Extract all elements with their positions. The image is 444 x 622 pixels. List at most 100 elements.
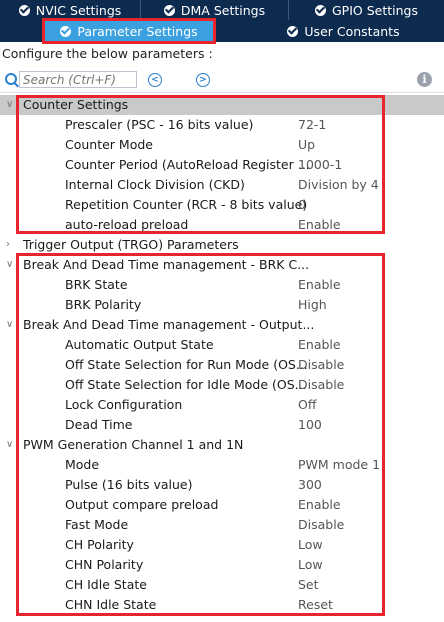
parameter-row[interactable]: BRK Polarity High [0, 295, 444, 315]
parameter-name: BRK Polarity [65, 297, 142, 312]
parameter-name: CHN Idle State [65, 597, 157, 612]
chevron-right-icon[interactable]: › [6, 235, 10, 255]
parameter-value[interactable]: 0 [298, 195, 306, 215]
tree-group-label: Break And Dead Time management - Output.… [23, 317, 315, 332]
parameter-name: Automatic Output State [65, 337, 214, 352]
tab-label: Parameter Settings [77, 23, 198, 39]
parameter-value[interactable]: 72-1 [298, 115, 326, 135]
parameter-name: CHN Polarity [65, 557, 144, 572]
parameter-value[interactable]: Up [298, 135, 315, 155]
parameter-name: Lock Configuration [65, 397, 183, 412]
parameter-value[interactable]: Disable [298, 355, 344, 375]
check-circle-icon [163, 4, 175, 16]
tab-parameter-settings[interactable]: Parameter Settings [45, 20, 213, 42]
tab-dma-settings[interactable]: DMA Settings [141, 0, 289, 20]
parameter-value[interactable]: Enable [298, 335, 341, 355]
check-circle-icon [287, 25, 299, 37]
parameter-row[interactable]: Fast Mode Disable [0, 515, 444, 535]
tab-label: GPIO Settings [332, 2, 418, 18]
parameter-row[interactable]: Off State Selection for Idle Mode (OS...… [0, 375, 444, 395]
parameter-name: Counter Mode [65, 137, 153, 152]
parameter-value[interactable]: Off [298, 395, 316, 415]
parameter-value[interactable]: High [298, 295, 327, 315]
parameter-value[interactable]: Disable [298, 375, 344, 395]
parameter-row[interactable]: Counter Mode Up [0, 135, 444, 155]
parameter-value[interactable]: 300 [298, 475, 322, 495]
tab-row-bottom: Parameter Settings User Constants [0, 20, 444, 42]
tree-group-row[interactable]: ∨ Break And Dead Time management - BRK C.… [0, 255, 444, 275]
parameter-value[interactable]: Enable [298, 495, 341, 515]
parameter-name: Fast Mode [65, 517, 129, 532]
parameter-name: Internal Clock Division (CKD) [65, 177, 245, 192]
check-circle-icon [60, 25, 72, 37]
search-input[interactable] [19, 71, 137, 88]
tree-group-row[interactable]: ∨ PWM Generation Channel 1 and 1N [0, 435, 444, 455]
parameter-row[interactable]: Automatic Output State Enable [0, 335, 444, 355]
tree-group-label: Trigger Output (TRGO) Parameters [23, 237, 239, 252]
configure-label: Configure the below parameters : [2, 46, 213, 61]
parameter-name: BRK State [65, 277, 128, 292]
parameter-value[interactable]: Disable [298, 515, 344, 535]
tab-user-constants[interactable]: User Constants [243, 20, 444, 42]
parameter-row[interactable]: CH Polarity Low [0, 535, 444, 555]
previous-result-icon[interactable]: < [148, 73, 162, 87]
parameter-row[interactable]: Dead Time 100 [0, 415, 444, 435]
check-circle-icon [315, 4, 326, 16]
parameter-row[interactable]: Off State Selection for Run Mode (OS... D… [0, 355, 444, 375]
parameter-name: Output compare preload [65, 497, 219, 512]
tree-group-row[interactable]: ∨ Counter Settings [0, 95, 444, 115]
parameter-name: Pulse (16 bits value) [65, 477, 193, 492]
tab-label: User Constants [304, 23, 400, 39]
parameter-name: CH Idle State [65, 577, 147, 592]
parameter-value[interactable]: 1000-1 [298, 155, 342, 175]
search-icon[interactable] [5, 73, 17, 85]
parameter-row[interactable]: Mode PWM mode 1 [0, 455, 444, 475]
parameter-value[interactable]: Low [298, 555, 323, 575]
parameter-value[interactable]: Enable [298, 215, 341, 235]
parameter-name: Off State Selection for Run Mode (OS... [65, 357, 308, 372]
parameter-row[interactable]: CH Idle State Set [0, 575, 444, 595]
parameter-name: Counter Period (AutoReload Register ... [65, 157, 310, 172]
chevron-down-icon[interactable]: ∨ [6, 255, 13, 275]
parameter-name: Prescaler (PSC - 16 bits value) [65, 117, 254, 132]
tree-group-row[interactable]: › Trigger Output (TRGO) Parameters [0, 235, 444, 255]
parameter-row[interactable]: Lock Configuration Off [0, 395, 444, 415]
parameter-row[interactable]: Internal Clock Division (CKD) Division by… [0, 175, 444, 195]
parameter-row[interactable]: BRK State Enable [0, 275, 444, 295]
tab-nvic-settings[interactable]: NVIC Settings [0, 0, 141, 20]
info-icon[interactable]: i [417, 72, 432, 87]
next-result-icon[interactable]: > [196, 73, 210, 87]
parameter-value[interactable]: Reset [298, 595, 333, 615]
tree-group-label: Break And Dead Time management - BRK C..… [23, 257, 310, 272]
parameter-value[interactable]: Enable [298, 275, 341, 295]
parameter-value[interactable]: Set [298, 575, 319, 595]
parameter-row[interactable]: Repetition Counter (RCR - 8 bits value) 0 [0, 195, 444, 215]
chevron-down-icon[interactable]: ∨ [6, 315, 13, 335]
parameter-row[interactable]: Pulse (16 bits value) 300 [0, 475, 444, 495]
chevron-down-icon[interactable]: ∨ [6, 95, 13, 115]
parameter-row[interactable]: Prescaler (PSC - 16 bits value) 72-1 [0, 115, 444, 135]
tab-label: DMA Settings [180, 2, 266, 18]
parameter-name: Dead Time [65, 417, 133, 432]
parameter-value[interactable]: Division by 4 [298, 175, 379, 195]
tab-gpio-settings[interactable]: GPIO Settings [289, 0, 444, 20]
chevron-down-icon[interactable]: ∨ [6, 435, 13, 455]
parameter-value[interactable]: 100 [298, 415, 322, 435]
parameter-name: Repetition Counter (RCR - 8 bits value) [65, 197, 308, 212]
parameter-row[interactable]: auto-reload preload Enable [0, 215, 444, 235]
check-circle-icon [18, 4, 30, 16]
parameter-row[interactable]: Counter Period (AutoReload Register ... 1… [0, 155, 444, 175]
parameter-value[interactable]: PWM mode 1 [298, 455, 380, 475]
tree-group-row[interactable]: ∨ Break And Dead Time management - Output… [0, 315, 444, 335]
tree-group-label: Counter Settings [23, 97, 129, 112]
tab-label: NVIC Settings [35, 2, 122, 18]
tree-group-label: PWM Generation Channel 1 and 1N [23, 437, 244, 452]
parameter-name: Off State Selection for Idle Mode (OS... [65, 377, 307, 392]
parameter-name: CH Polarity [65, 537, 134, 552]
divider [0, 92, 444, 93]
parameter-row[interactable]: CHN Polarity Low [0, 555, 444, 575]
parameter-name: Mode [65, 457, 100, 472]
parameter-value[interactable]: Low [298, 535, 323, 555]
parameter-row[interactable]: CHN Idle State Reset [0, 595, 444, 615]
parameter-row[interactable]: Output compare preload Enable [0, 495, 444, 515]
